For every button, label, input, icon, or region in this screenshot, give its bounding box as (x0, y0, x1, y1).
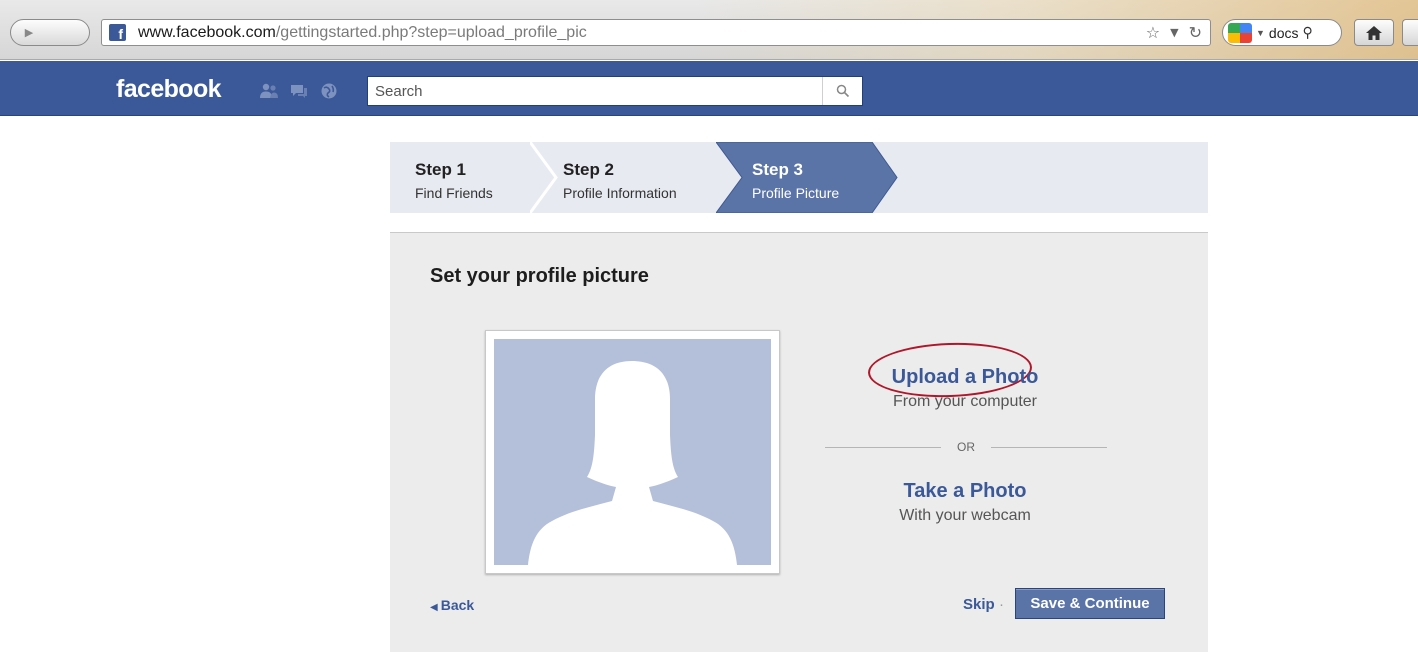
step-label: Find Friends (415, 185, 493, 201)
star-icon[interactable]: ☆ (1146, 23, 1160, 42)
url-host: www.facebook.com (138, 23, 276, 41)
profile-picture-placeholder (485, 330, 780, 574)
address-bar-icons: ☆ ▼ ↻ (1146, 23, 1202, 42)
nav-buttons: ◀ ▶ (10, 19, 90, 46)
profile-picture-panel: Set your profile picture Upload a Photo … (390, 232, 1208, 652)
search-icon[interactable] (822, 77, 862, 105)
back-label: Back (440, 597, 475, 613)
upload-photo-option: Upload a Photo From your computer (820, 340, 1110, 411)
silhouette-icon (494, 339, 771, 565)
take-photo-link[interactable]: Take a Photo (904, 480, 1027, 503)
url-text[interactable]: www.facebook.com/gettingstarted.php?step… (138, 24, 587, 42)
google-icon[interactable] (1228, 22, 1252, 43)
or-divider: OR (825, 438, 1107, 458)
facebook-logo[interactable]: facebook (116, 75, 222, 104)
back-link[interactable]: ◀ Back (430, 597, 474, 613)
chevron-left-icon: ◀ (430, 602, 438, 613)
forward-icon[interactable]: ▶ (11, 20, 47, 45)
home-icon[interactable] (1354, 19, 1394, 46)
divider-line (991, 447, 1107, 448)
address-bar[interactable]: f www.facebook.com/gettingstarted.php?st… (101, 19, 1211, 46)
notifications-icon[interactable] (319, 82, 339, 100)
step-label: Profile Information (563, 185, 677, 201)
facebook-header: facebook (0, 61, 1418, 116)
facebook-search-box (367, 76, 863, 106)
onboarding-steps: Step 1 Find Friends Step 2 Profile Infor… (390, 142, 1208, 213)
magnifier-icon[interactable]: ⚲ (1303, 25, 1313, 41)
step-number: Step 1 (415, 160, 467, 179)
url-path: /gettingstarted.php?step=upload_profile_… (275, 23, 587, 41)
step-separator (530, 142, 558, 213)
take-photo-description: With your webcam (899, 507, 1031, 524)
skip-separator: · (999, 596, 1004, 613)
step-number: Step 2 (563, 160, 615, 179)
extra-toolbar-button[interactable] (1402, 19, 1418, 46)
reload-icon[interactable]: ↻ (1189, 23, 1202, 42)
search-engine-box[interactable]: ▼ docs ⚲ (1222, 19, 1342, 46)
step-label: Profile Picture (752, 185, 840, 201)
browser-toolbar: ◀ ▶ f www.facebook.com/gettingstarted.ph… (0, 0, 1418, 60)
facebook-favicon-icon: f (109, 24, 126, 41)
messages-icon[interactable] (289, 82, 309, 100)
save-continue-button[interactable]: Save & Continue (1015, 588, 1165, 619)
page-title: Set your profile picture (430, 265, 649, 287)
upload-photo-description: From your computer (892, 393, 1038, 410)
upload-photo-link[interactable]: Upload a Photo (892, 366, 1039, 389)
skip-link[interactable]: Skip (963, 596, 995, 613)
active-step-arrow (716, 142, 898, 213)
search-input[interactable] (368, 77, 822, 105)
step-number: Step 3 (752, 160, 804, 179)
chevron-down-icon: ▼ (1256, 27, 1265, 38)
friend-requests-icon[interactable] (259, 82, 279, 100)
search-engine-text: docs (1268, 24, 1299, 41)
dropdown-icon[interactable]: ▼ (1170, 23, 1178, 42)
take-photo-option: Take a Photo With your webcam (820, 480, 1110, 525)
step-profile-picture[interactable]: Step 3 Profile Picture (716, 142, 898, 213)
